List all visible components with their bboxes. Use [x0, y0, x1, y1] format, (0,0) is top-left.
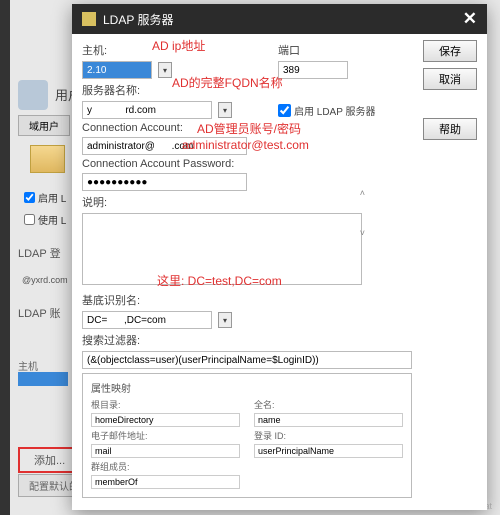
server-name-label: 服务器名称:: [82, 82, 140, 98]
email-input[interactable]: [91, 444, 240, 458]
root-input[interactable]: [91, 413, 240, 427]
enable-ldap-checkbox[interactable]: 启用 LDAP 服务器: [278, 103, 376, 118]
host-column: 主机: [18, 358, 38, 373]
help-button[interactable]: 帮助: [423, 118, 477, 140]
desc-textarea[interactable]: [82, 213, 362, 285]
filter-label: 搜索过滤器:: [82, 332, 140, 348]
stack-icon: [30, 145, 65, 173]
root-label: 根目录:: [91, 398, 240, 411]
attr-mapping-fieldset: 属性映射 根目录: 全名: 电子邮件地址: 登录 ID: 群组成员:: [82, 373, 412, 498]
host-row[interactable]: [18, 372, 68, 386]
dialog-icon: [82, 12, 96, 26]
loginid-input[interactable]: [254, 444, 403, 458]
server-name-input[interactable]: [82, 101, 212, 119]
scroll-up-icon[interactable]: ˄: [360, 188, 365, 198]
use-checkbox[interactable]: 使用 L: [24, 212, 66, 227]
port-label: 端口: [278, 42, 300, 58]
loginid-label: 登录 ID:: [254, 429, 403, 442]
email-label: 电子邮件地址:: [91, 429, 240, 442]
enable-checkbox[interactable]: 启用 L: [24, 190, 66, 205]
close-icon[interactable]: ✕: [463, 9, 477, 29]
host-label: 主机:: [82, 42, 142, 58]
base-dn-input[interactable]: [82, 311, 212, 329]
attr-title: 属性映射: [91, 380, 403, 395]
group-input[interactable]: [91, 475, 240, 489]
group-label: 群组成员:: [91, 460, 240, 473]
ldap-label: LDAP 登: [18, 245, 61, 261]
conn-account-label: Connection Account:: [82, 122, 183, 134]
fullname-label: 全名:: [254, 398, 403, 411]
ldap-acct-label: LDAP 账: [18, 305, 61, 321]
filter-input[interactable]: [82, 351, 412, 369]
ldap-server-dialog: LDAP 服务器 ✕ 保存 取消 帮助 主机: 端口 ▾ 服务器名称: ▾ 启用…: [72, 4, 487, 510]
yxrd-text: @yxrd.com: [22, 275, 68, 285]
save-button[interactable]: 保存: [423, 40, 477, 62]
base-dn-label: 基底识别名:: [82, 292, 140, 308]
tab-domain-user[interactable]: 域用户: [18, 115, 70, 136]
host-input[interactable]: [82, 61, 152, 79]
server-dropdown-icon[interactable]: ▾: [218, 102, 232, 118]
conn-password-input[interactable]: [82, 173, 247, 191]
desc-label: 说明:: [82, 194, 107, 210]
port-input[interactable]: [278, 61, 348, 79]
user-icon: [18, 80, 48, 110]
scroll-down-icon[interactable]: ˅: [360, 228, 365, 238]
conn-account-input[interactable]: [82, 137, 247, 155]
cancel-button[interactable]: 取消: [423, 68, 477, 90]
fullname-input[interactable]: [254, 413, 403, 427]
host-dropdown-icon[interactable]: ▾: [158, 62, 172, 78]
dialog-title: LDAP 服务器: [103, 11, 173, 28]
conn-password-label: Connection Account Password:: [82, 158, 234, 170]
basedn-dropdown-icon[interactable]: ▾: [218, 312, 232, 328]
